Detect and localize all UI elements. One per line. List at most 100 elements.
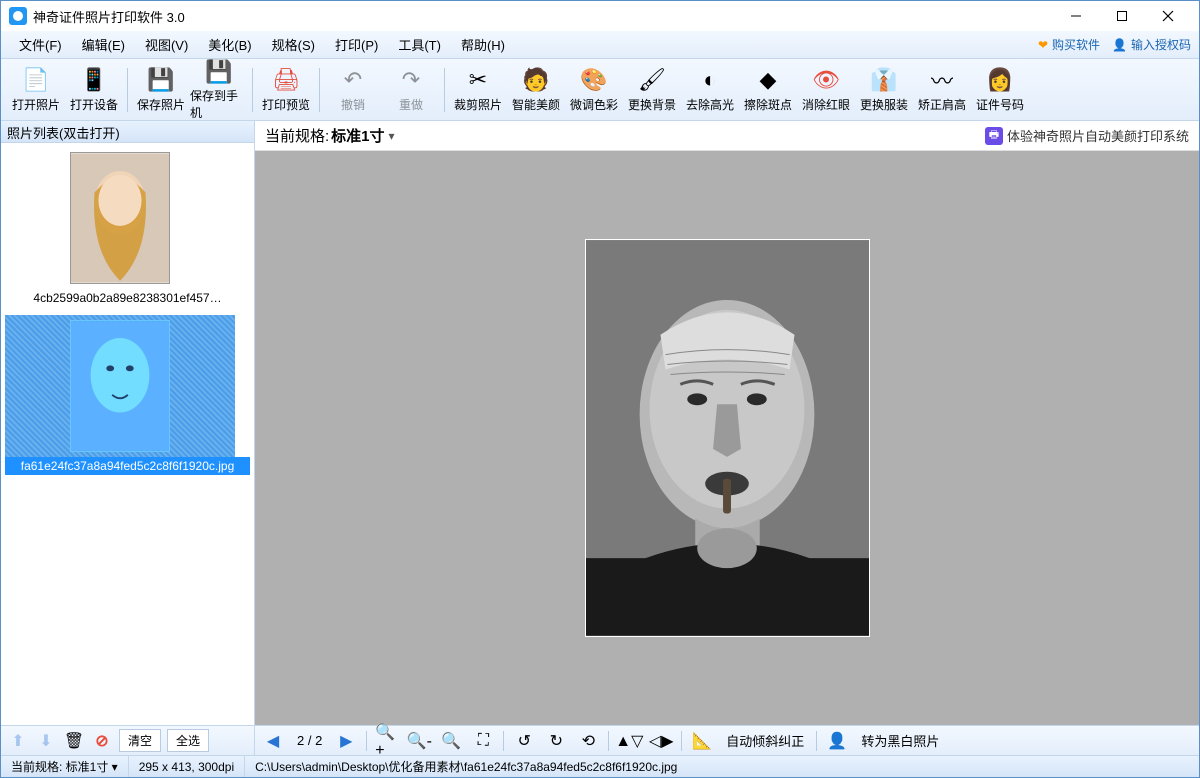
printer-icon: 🖨 — [272, 66, 300, 94]
color-button[interactable]: 🎨微调色彩 — [565, 61, 623, 119]
menu-file[interactable]: 文件(F) — [9, 31, 72, 58]
promo-link[interactable]: 🖶体验神奇照片自动美颜打印系统 — [985, 126, 1189, 145]
menu-edit[interactable]: 编辑(E) — [72, 31, 135, 58]
open-photo-button[interactable]: 📄打开照片 — [7, 61, 65, 119]
move-up-button[interactable]: ⬆ — [7, 730, 29, 752]
spec-bar: 当前规格: 标准1寸 ▾ 🖶体验神奇照片自动美颜打印系统 — [255, 121, 1199, 151]
thumbnail-item[interactable]: 4cb2599a0b2a89e8238301ef457… — [5, 147, 250, 307]
menu-tools[interactable]: 工具(T) — [388, 31, 451, 58]
open-device-button[interactable]: 📱打开设备 — [65, 61, 123, 119]
redeye-button[interactable]: 👁消除红眼 — [797, 61, 855, 119]
file-icon: 📄 — [22, 66, 50, 94]
menu-spec[interactable]: 规格(S) — [262, 31, 325, 58]
thumbnail-caption: 4cb2599a0b2a89e8238301ef457… — [5, 289, 250, 307]
print-preview-button[interactable]: 🖨打印预览 — [257, 61, 315, 119]
buy-software-link[interactable]: ❤购买软件 — [1038, 36, 1100, 53]
thumbnail-image — [70, 320, 170, 452]
maximize-button[interactable] — [1099, 1, 1145, 31]
auto-tilt-icon: 📐 — [690, 729, 714, 753]
status-spec[interactable]: 当前规格: 标准1寸 ▾ — [1, 756, 129, 777]
redo-icon: ↷ — [397, 66, 425, 94]
crop-icon: ✂ — [464, 66, 492, 94]
spec-dropdown[interactable]: ▾ — [389, 129, 395, 143]
eraser-icon: ◆ — [754, 66, 782, 94]
status-filepath: C:\Users\admin\Desktop\优化备用素材\fa61e24fc3… — [245, 756, 1199, 777]
spot-button[interactable]: ◆擦除斑点 — [739, 61, 797, 119]
redo-button[interactable]: ↷重做 — [382, 61, 440, 119]
statusbar: 当前规格: 标准1寸 ▾ 295 x 413, 300dpi C:\Users\… — [1, 755, 1199, 777]
auto-tilt-button[interactable]: 自动倾斜纠正 — [722, 731, 808, 750]
menubar: 文件(F) 编辑(E) 视图(V) 美化(B) 规格(S) 打印(P) 工具(T… — [1, 31, 1199, 59]
spec-value: 标准1寸 — [331, 125, 384, 146]
menu-view[interactable]: 视图(V) — [135, 31, 198, 58]
to-bw-button[interactable]: 转为黑白照片 — [857, 731, 943, 750]
zoom-in-button[interactable]: 🔍+ — [375, 729, 399, 753]
suit-icon: 👔 — [870, 66, 898, 94]
rotate-left-button[interactable]: ↺ — [512, 729, 536, 753]
select-all-button[interactable]: 全选 — [167, 729, 209, 752]
menu-beauty[interactable]: 美化(B) — [198, 31, 261, 58]
delete-button[interactable]: 🗑 — [63, 730, 85, 752]
flip-h-button[interactable]: ▲▽ — [617, 729, 641, 753]
background-button[interactable]: 🖌更换背景 — [623, 61, 681, 119]
app-icon — [9, 7, 27, 25]
remove-button[interactable]: ⊘ — [91, 730, 113, 752]
heart-icon: ❤ — [1038, 38, 1048, 52]
rotate-right-button[interactable]: ↻ — [544, 729, 568, 753]
photo-preview — [585, 239, 870, 637]
crop-button[interactable]: ✂裁剪照片 — [449, 61, 507, 119]
spec-label: 当前规格: — [265, 125, 329, 146]
undo-icon: ↶ — [339, 66, 367, 94]
idnum-button[interactable]: 👩证件号码 — [971, 61, 1029, 119]
zoom-out-button[interactable]: 🔍- — [407, 729, 431, 753]
bg-icon: 🖌 — [638, 66, 666, 94]
menu-print[interactable]: 打印(P) — [325, 31, 388, 58]
id-photo-icon: 👩 — [986, 66, 1014, 94]
thumbnail-item[interactable]: fa61e24fc37a8a94fed5c2c8f6f1920c.jpg — [5, 315, 250, 475]
highlight-icon: ◐ — [696, 66, 724, 94]
canvas[interactable] — [255, 151, 1199, 725]
clothes-button[interactable]: 👔更换服装 — [855, 61, 913, 119]
canvas-area: 当前规格: 标准1寸 ▾ 🖶体验神奇照片自动美颜打印系统 — [255, 121, 1199, 755]
status-dimensions: 295 x 413, 300dpi — [129, 756, 245, 777]
promo-icon: 🖶 — [985, 127, 1003, 145]
fit-screen-button[interactable]: ⛶ — [471, 729, 495, 753]
page-indicator: 2 / 2 — [293, 733, 326, 748]
save-phone-icon: 💾 — [205, 59, 233, 85]
sidebar-bottom-bar: ⬆ ⬇ 🗑 ⊘ 清空 全选 — [1, 725, 254, 755]
save-icon: 💾 — [147, 66, 175, 94]
user-icon: 👤 — [1112, 38, 1127, 52]
next-page-button[interactable]: ▶ — [334, 729, 358, 753]
menu-help[interactable]: 帮助(H) — [451, 31, 515, 58]
canvas-bottom-bar: ◀ 2 / 2 ▶ 🔍+ 🔍- 🔍 ⛶ ↺ ↻ ⟲ ▲▽ ◁▶ 📐 自动倾斜纠正… — [255, 725, 1199, 755]
palette-icon: 🎨 — [580, 66, 608, 94]
eye-icon: 👁 — [812, 66, 840, 94]
flip-v-button[interactable]: ◁▶ — [649, 729, 673, 753]
zoom-actual-button[interactable]: 🔍 — [439, 729, 463, 753]
save-photo-button[interactable]: 💾保存照片 — [132, 61, 190, 119]
titlebar: 神奇证件照片打印软件 3.0 — [1, 1, 1199, 31]
shoulder-button[interactable]: 〰矫正肩高 — [913, 61, 971, 119]
toolbar: 📄打开照片 📱打开设备 💾保存照片 💾保存到手机 🖨打印预览 ↶撤销 ↷重做 ✂… — [1, 59, 1199, 121]
photo-list-sidebar: 照片列表(双击打开) 4cb2599a0b2a89e8238301ef457… … — [1, 121, 255, 755]
thumbnail-caption: fa61e24fc37a8a94fed5c2c8f6f1920c.jpg — [5, 457, 250, 475]
close-button[interactable] — [1145, 1, 1191, 31]
clear-button[interactable]: 清空 — [119, 729, 161, 752]
sidebar-header: 照片列表(双击打开) — [1, 121, 254, 143]
thumbnail-list: 4cb2599a0b2a89e8238301ef457… fa61e24fc37… — [1, 143, 254, 725]
prev-page-button[interactable]: ◀ — [261, 729, 285, 753]
beauty-button[interactable]: 🧑智能美颜 — [507, 61, 565, 119]
thumbnail-image — [70, 152, 170, 284]
rotate-180-button[interactable]: ⟲ — [576, 729, 600, 753]
shoulder-icon: 〰 — [928, 66, 956, 94]
enter-license-link[interactable]: 👤输入授权码 — [1112, 36, 1191, 53]
phone-icon: 📱 — [80, 66, 108, 94]
move-down-button[interactable]: ⬇ — [35, 730, 57, 752]
face-icon: 🧑 — [522, 66, 550, 94]
undo-button[interactable]: ↶撤销 — [324, 61, 382, 119]
app-title: 神奇证件照片打印软件 3.0 — [33, 7, 185, 26]
minimize-button[interactable] — [1053, 1, 1099, 31]
highlight-button[interactable]: ◐去除高光 — [681, 61, 739, 119]
bw-icon: 👤 — [825, 729, 849, 753]
save-phone-button[interactable]: 💾保存到手机 — [190, 61, 248, 119]
